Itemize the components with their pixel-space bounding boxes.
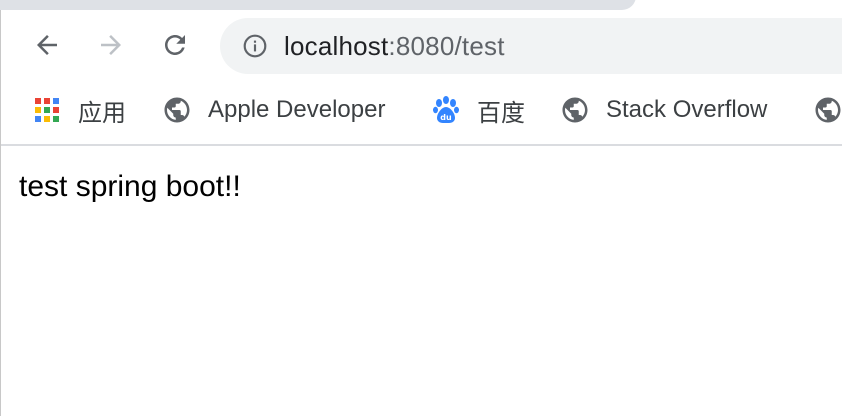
reload-button[interactable] bbox=[158, 28, 192, 62]
page-content-text: test spring boot!! bbox=[19, 170, 241, 203]
browser-window: localhost:8080/test 应用 Apple Developer d… bbox=[0, 0, 842, 416]
bookmark-label: Stack Overflow bbox=[606, 96, 768, 123]
baidu-paw-icon: du bbox=[431, 95, 461, 125]
tab-strip bbox=[0, 0, 842, 10]
url-port-path: :8080/test bbox=[388, 30, 505, 61]
globe-icon bbox=[813, 95, 842, 125]
address-bar[interactable]: localhost:8080/test bbox=[220, 18, 842, 74]
info-icon[interactable] bbox=[242, 33, 268, 59]
forward-button[interactable] bbox=[94, 28, 128, 62]
arrow-right-icon bbox=[101, 35, 121, 55]
bookmarks-bar: 应用 Apple Developer du 百度 Stack Overflow bbox=[1, 80, 842, 146]
bookmark-label: Apple Developer bbox=[208, 96, 386, 123]
bookmark-apps[interactable]: 应用 bbox=[32, 94, 126, 127]
reload-icon bbox=[165, 35, 185, 55]
url-host: localhost bbox=[284, 30, 389, 61]
url-text: localhost:8080/test bbox=[284, 31, 505, 62]
globe-icon bbox=[560, 95, 590, 125]
svg-text:du: du bbox=[440, 113, 452, 122]
arrow-left-icon bbox=[37, 35, 57, 55]
bookmark-partial[interactable] bbox=[813, 94, 842, 126]
active-tab[interactable] bbox=[0, 0, 636, 10]
bookmark-label: 百度 bbox=[477, 99, 525, 127]
globe-icon bbox=[162, 95, 192, 125]
back-button[interactable] bbox=[30, 28, 64, 62]
bookmark-stack-overflow[interactable]: Stack Overflow bbox=[560, 94, 767, 126]
browser-toolbar: localhost:8080/test bbox=[1, 10, 842, 80]
bookmark-baidu[interactable]: du 百度 bbox=[431, 94, 525, 127]
bookmark-label: 应用 bbox=[78, 99, 126, 127]
bookmark-apple-developer[interactable]: Apple Developer bbox=[162, 94, 385, 126]
apps-grid-icon bbox=[32, 95, 62, 125]
